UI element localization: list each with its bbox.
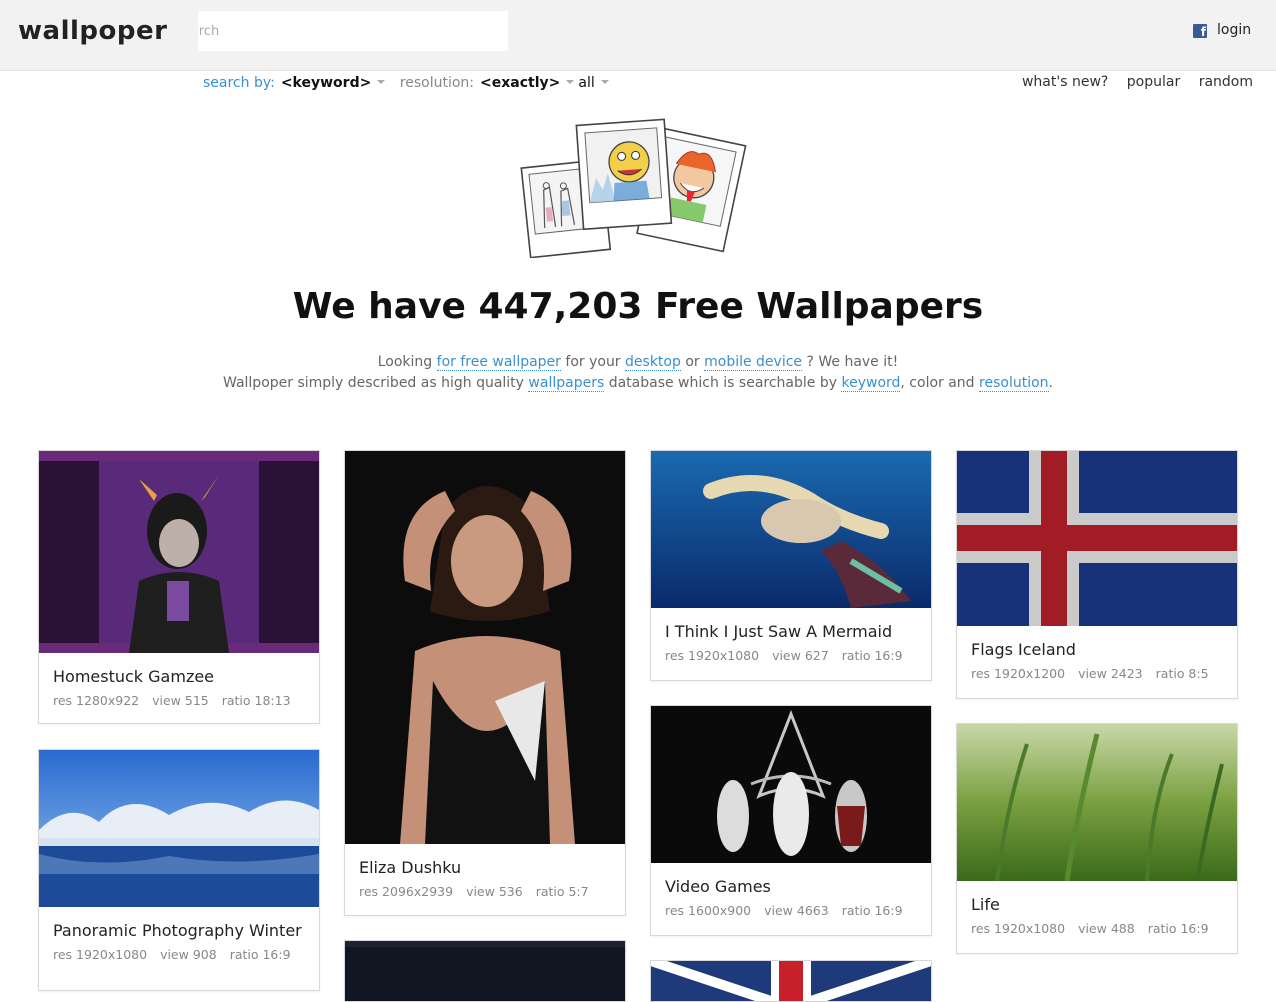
dropdown-caret-icon[interactable] (600, 80, 609, 84)
top-bar: wallpoper f login (0, 0, 1276, 71)
wallpaper-thumbnail[interactable] (651, 961, 931, 1001)
card-meta: res 1920x1080 view 488 ratio 16:9 (971, 921, 1237, 936)
card-views: view 627 (772, 648, 829, 663)
card-resolution: res 1600x900 (665, 903, 752, 918)
hero-description: Looking for free wallpaper for your desk… (0, 352, 1276, 394)
description-line-1: Looking for free wallpaper for your desk… (0, 352, 1276, 373)
desc-text: or (680, 354, 705, 370)
wallpaper-thumbnail[interactable] (345, 451, 625, 844)
card-views: view 515 (152, 693, 209, 708)
card-ratio: ratio 16:9 (229, 947, 291, 962)
dropdown-caret-icon[interactable] (566, 80, 575, 84)
card-title[interactable]: I Think I Just Saw A Mermaid (665, 622, 931, 641)
wallpaper-card[interactable] (344, 940, 626, 1002)
card-meta: res 1920x1080 view 627 ratio 16:9 (665, 648, 931, 663)
card-meta: res 1600x900 view 4663 ratio 16:9 (665, 903, 931, 918)
top-nav: what's new? popular random (1008, 74, 1253, 90)
card-title[interactable]: Eliza Dushku (359, 858, 625, 877)
card-title[interactable]: Flags Iceland (971, 640, 1237, 659)
site-logo[interactable]: wallpoper (18, 16, 167, 46)
wallpaper-thumbnail[interactable] (39, 750, 319, 907)
desc-text: . (1048, 375, 1053, 391)
nav-whats-new[interactable]: what's new? (1022, 74, 1108, 90)
free-wallpaper-link[interactable]: for free wallpaper (436, 354, 561, 371)
card-resolution: res 1920x1080 (665, 648, 760, 663)
desc-text: , color and (900, 375, 980, 391)
wallpaper-thumbnail[interactable] (345, 941, 625, 1001)
search-input[interactable] (198, 11, 508, 51)
wallpaper-thumbnail[interactable] (957, 451, 1237, 626)
resolution-mode-dropdown[interactable]: <exactly> (480, 75, 560, 91)
search-by-label: search by: (203, 75, 275, 91)
wallpapers-link[interactable]: wallpapers (528, 375, 605, 392)
card-views: view 536 (466, 884, 523, 899)
card-views: view 908 (160, 947, 217, 962)
nav-popular[interactable]: popular (1127, 74, 1180, 90)
card-title[interactable]: Panoramic Photography Winter (53, 921, 319, 940)
card-resolution: res 1280x922 (53, 693, 140, 708)
wallpaper-card[interactable]: Flags Iceland res 1920x1200 view 2423 rati… (956, 450, 1238, 699)
keyword-link[interactable]: keyword (841, 375, 901, 392)
card-views: view 488 (1078, 921, 1135, 936)
card-ratio: ratio 18:13 (221, 693, 291, 708)
wallpaper-card[interactable]: Panoramic Photography Winter res 1920x10… (38, 749, 320, 991)
wallpaper-card[interactable]: Homestuck Gamzee res 1280x922 view 515 rat… (38, 450, 320, 724)
desc-text: database which is searchable by (604, 375, 842, 391)
login-link[interactable]: login (1217, 22, 1251, 38)
card-resolution: res 1920x1080 (53, 947, 148, 962)
card-ratio: ratio 8:5 (1155, 666, 1209, 681)
dropdown-caret-icon[interactable] (377, 80, 386, 84)
desc-text: Wallpoper simply described as high quali… (223, 375, 529, 391)
wallpaper-thumbnail[interactable] (651, 706, 931, 863)
wallpaper-card[interactable]: I Think I Just Saw A Mermaid res 1920x10… (650, 450, 932, 681)
card-views: view 2423 (1078, 666, 1143, 681)
wallpaper-card[interactable]: Life res 1920x1080 view 488 ratio 16:9 (956, 723, 1238, 954)
card-title[interactable]: Homestuck Gamzee (53, 667, 319, 686)
card-title[interactable]: Life (971, 895, 1237, 914)
card-ratio: ratio 16:9 (841, 648, 903, 663)
card-resolution: res 1920x1200 (971, 666, 1066, 681)
card-resolution: res 1920x1080 (971, 921, 1066, 936)
search-filters: search by: <keyword> resolution: <exactly>… (203, 75, 619, 91)
card-meta: res 1280x922 view 515 ratio 18:13 (53, 693, 319, 708)
nav-random[interactable]: random (1199, 74, 1253, 90)
resolution-link[interactable]: resolution (979, 375, 1049, 392)
card-ratio: ratio 16:9 (841, 903, 903, 918)
desc-text: Looking (377, 354, 437, 370)
wallpaper-card[interactable] (650, 960, 932, 1002)
card-meta: res 1920x1200 view 2423 ratio 8:5 (971, 666, 1237, 681)
wallpaper-card[interactable]: Video Games res 1600x900 view 4663 ratio 1… (650, 705, 932, 936)
resolution-label: resolution: (399, 75, 474, 91)
card-ratio: ratio 5:7 (535, 884, 589, 899)
card-meta: res 1920x1080 view 908 ratio 16:9 (53, 947, 319, 962)
wallpaper-thumbnail[interactable] (957, 724, 1237, 882)
desc-text: for your (560, 354, 626, 370)
card-views: view 4663 (764, 903, 829, 918)
desktop-link[interactable]: desktop (625, 354, 681, 371)
card-resolution: res 2096x2939 (359, 884, 454, 899)
resolution-value-dropdown[interactable]: all (578, 75, 594, 91)
wallpaper-thumbnail[interactable] (651, 451, 931, 608)
polaroid-illustration (520, 118, 747, 258)
mobile-device-link[interactable]: mobile device (704, 354, 803, 371)
card-meta: res 2096x2939 view 536 ratio 5:7 (359, 884, 625, 899)
wallpaper-thumbnail[interactable] (39, 451, 319, 653)
desc-text: ? We have it! (802, 354, 899, 370)
search-by-dropdown[interactable]: <keyword> (281, 75, 372, 91)
wallpaper-card[interactable]: Eliza Dushku res 2096x2939 view 536 ratio … (344, 450, 626, 916)
page-headline: We have 447,203 Free Wallpapers (292, 286, 984, 327)
description-line-2: Wallpoper simply described as high quali… (0, 373, 1276, 394)
facebook-icon[interactable]: f (1193, 24, 1207, 39)
card-ratio: ratio 16:9 (1147, 921, 1209, 936)
card-title[interactable]: Video Games (665, 877, 931, 896)
